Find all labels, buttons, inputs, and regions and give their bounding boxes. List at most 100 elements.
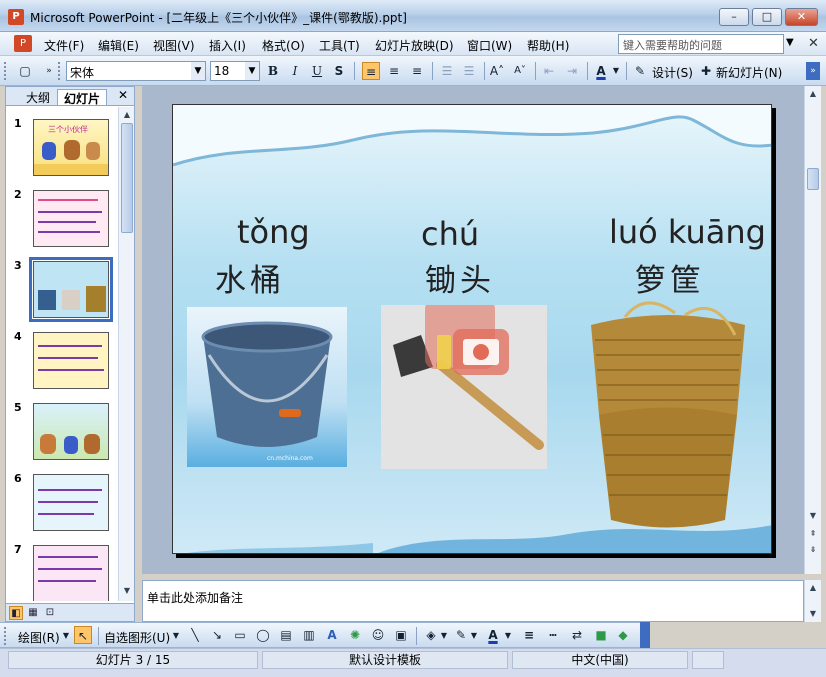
slide-thumbnail[interactable]: [33, 332, 109, 389]
design-button[interactable]: 设计(S): [652, 64, 693, 81]
menu-view[interactable]: 视图(V): [153, 37, 195, 54]
hoe-photo[interactable]: [381, 305, 547, 469]
help-dropdown-icon[interactable]: ▼: [786, 37, 794, 48]
increase-indent-icon[interactable]: ⇥: [563, 62, 581, 80]
basket-photo[interactable]: [585, 295, 751, 535]
numbered-list-icon[interactable]: ☰: [438, 62, 456, 80]
minimize-button[interactable]: –: [719, 8, 749, 26]
scroll-thumb[interactable]: [807, 168, 819, 190]
shadow-style-icon[interactable]: ■: [592, 626, 610, 644]
autoshapes-button[interactable]: 自选图形(U): [104, 629, 170, 646]
thumbnail-scrollbar[interactable]: ▲ ▼: [118, 107, 134, 601]
toolbar-grip[interactable]: [4, 62, 7, 80]
scroll-down-icon[interactable]: ▼: [121, 585, 133, 597]
arrow-style-icon[interactable]: ⇄: [568, 626, 586, 644]
menu-file[interactable]: 文件(F): [44, 37, 84, 54]
slide-thumbnail-row[interactable]: 4: [6, 326, 118, 390]
chevron-down-icon[interactable]: ▼: [440, 627, 448, 645]
powerpoint-icon[interactable]: P: [8, 9, 24, 25]
scroll-up-icon[interactable]: ▲: [807, 88, 819, 100]
menu-insert[interactable]: 插入(I): [209, 37, 246, 54]
textbox-icon[interactable]: ▤: [277, 626, 295, 644]
menu-slideshow[interactable]: 幻灯片放映(D): [375, 37, 454, 54]
new-document-icon[interactable]: ▢: [16, 62, 34, 80]
slide-scrollbar[interactable]: ▲ ▼ ⇞ ⇟: [804, 86, 821, 574]
line-color-icon[interactable]: ✎: [452, 626, 470, 644]
dash-style-icon[interactable]: ┅: [544, 626, 562, 644]
slide-thumbnail[interactable]: 三个小伙伴: [33, 119, 109, 176]
slide-thumbnail-row[interactable]: 5: [6, 397, 118, 461]
menu-window[interactable]: 窗口(W): [467, 37, 512, 54]
chevron-down-icon[interactable]: ▼: [504, 627, 512, 645]
increase-font-icon[interactable]: A˄: [488, 62, 506, 80]
next-slide-icon[interactable]: ⇟: [807, 544, 819, 556]
diagram-icon[interactable]: ✺: [346, 626, 364, 644]
toolbar-options-icon[interactable]: »: [40, 62, 58, 80]
document-close-icon[interactable]: ✕: [808, 36, 819, 51]
arrow-icon[interactable]: ↘: [208, 626, 226, 644]
select-pointer-icon[interactable]: ↖: [74, 626, 92, 644]
notes-scrollbar[interactable]: ▲ ▼: [804, 580, 821, 622]
font-color-icon[interactable]: A: [484, 626, 502, 644]
bullet-list-icon[interactable]: ☰: [460, 62, 478, 80]
bucket-photo[interactable]: cn.mchina.com: [187, 307, 347, 467]
new-slide-button[interactable]: 新幻灯片(N): [716, 64, 782, 81]
scroll-down-icon[interactable]: ▼: [807, 510, 819, 522]
font-size-combo[interactable]: 18 ▼: [210, 61, 260, 81]
toolbar-grip[interactable]: [58, 62, 61, 80]
menu-help[interactable]: 帮助(H): [527, 37, 569, 54]
draw-menu-button[interactable]: 绘图(R): [18, 629, 60, 646]
chevron-down-icon[interactable]: ▼: [611, 62, 621, 80]
line-icon[interactable]: ╲: [186, 626, 204, 644]
slide-thumbnail[interactable]: [33, 474, 109, 531]
slide-thumbnail[interactable]: [33, 545, 109, 601]
chevron-down-icon[interactable]: ▼: [245, 62, 259, 80]
decrease-font-icon[interactable]: A˅: [511, 62, 529, 80]
menu-format[interactable]: 格式(O): [262, 37, 305, 54]
slide-thumbnail-selected[interactable]: [29, 257, 113, 322]
bold-button[interactable]: B: [264, 62, 282, 80]
rectangle-icon[interactable]: ▭: [231, 626, 249, 644]
toolbar-options-icon[interactable]: »: [806, 62, 820, 80]
vertical-textbox-icon[interactable]: ▥: [300, 626, 318, 644]
line-style-icon[interactable]: ≡: [520, 626, 538, 644]
document-icon[interactable]: P: [14, 35, 32, 52]
chevron-down-icon[interactable]: ▼: [191, 62, 205, 80]
fill-color-icon[interactable]: ◈: [422, 626, 440, 644]
3d-style-icon[interactable]: ◆: [614, 626, 632, 644]
chevron-down-icon[interactable]: ▼: [172, 627, 180, 645]
align-center-icon[interactable]: ≡: [385, 62, 403, 80]
clipart-icon[interactable]: ☺: [369, 626, 387, 644]
italic-button[interactable]: I: [286, 62, 304, 80]
scroll-up-icon[interactable]: ▲: [121, 109, 133, 121]
close-button[interactable]: ✕: [785, 8, 818, 26]
notes-pane[interactable]: 单击此处添加备注: [142, 580, 804, 622]
scroll-down-icon[interactable]: ▼: [807, 608, 819, 620]
normal-view-icon[interactable]: ◧: [9, 606, 23, 620]
align-left-icon[interactable]: ≡: [362, 62, 380, 80]
toolbar-grip[interactable]: [4, 627, 7, 645]
chevron-down-icon[interactable]: ▼: [470, 627, 478, 645]
slide-sorter-icon[interactable]: ▦: [26, 606, 40, 620]
oval-icon[interactable]: ◯: [254, 626, 272, 644]
align-right-icon[interactable]: ≡: [408, 62, 426, 80]
slide-thumbnail-row[interactable]: 7: [6, 539, 118, 601]
previous-slide-icon[interactable]: ⇞: [807, 528, 819, 540]
shadow-button[interactable]: S: [330, 62, 348, 80]
menu-edit[interactable]: 编辑(E): [98, 37, 139, 54]
help-search-input[interactable]: 键入需要帮助的问题: [618, 34, 784, 54]
toolbar-options-icon[interactable]: [640, 622, 650, 648]
decrease-indent-icon[interactable]: ⇤: [540, 62, 558, 80]
slideshow-icon[interactable]: ⊡: [43, 606, 57, 620]
maximize-button[interactable]: □: [752, 8, 782, 26]
font-name-combo[interactable]: 宋体 ▼: [66, 61, 206, 81]
font-color-icon[interactable]: A: [592, 62, 610, 80]
tab-outline[interactable]: 大纲: [20, 89, 56, 105]
slide-thumbnail-row[interactable]: 2: [6, 184, 118, 248]
slide-thumbnail[interactable]: [33, 403, 109, 460]
slide-thumbnail-row[interactable]: 6: [6, 468, 118, 532]
current-slide[interactable]: tǒng 水桶 chú 锄头 luó kuāng 箩筐 cn.mchina.co…: [172, 104, 772, 554]
picture-icon[interactable]: ▣: [392, 626, 410, 644]
scroll-up-icon[interactable]: ▲: [807, 582, 819, 594]
slide-thumbnail[interactable]: [33, 190, 109, 247]
